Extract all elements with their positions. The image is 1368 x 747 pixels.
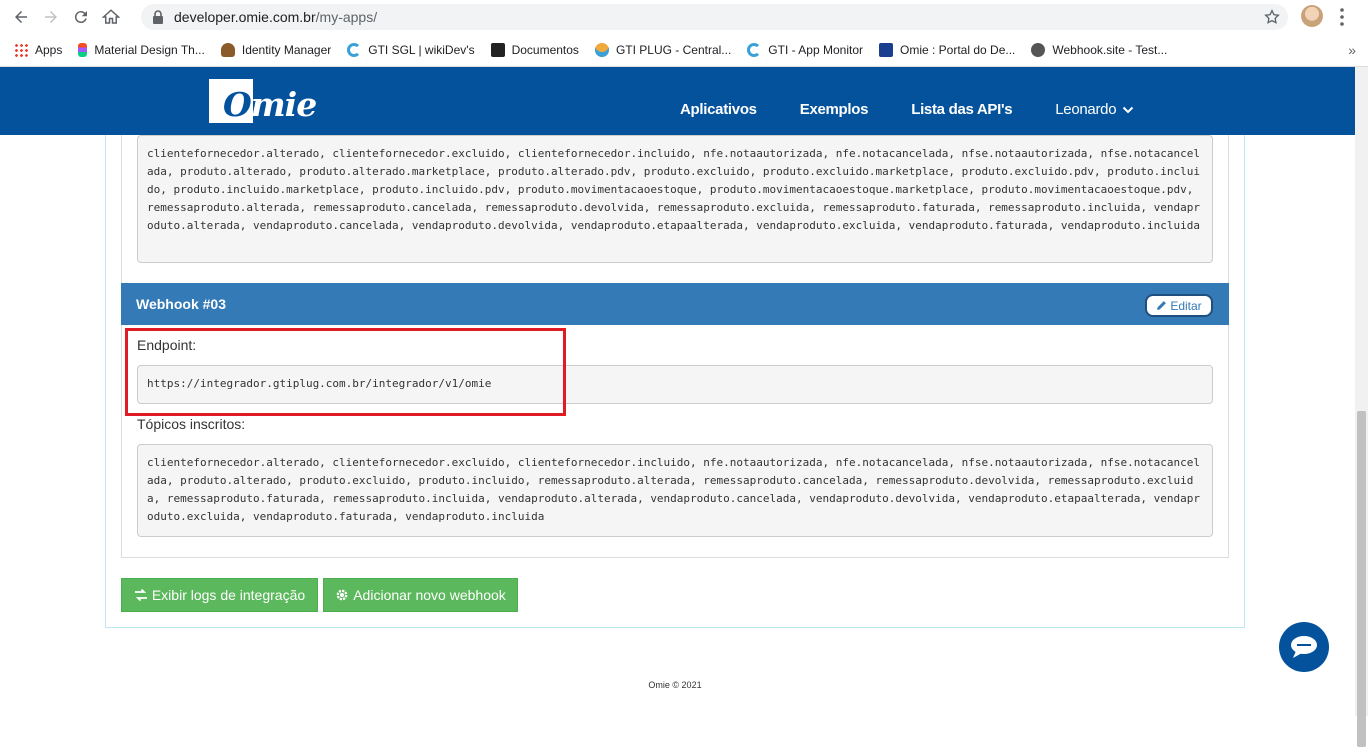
home-button[interactable] (96, 2, 126, 32)
chat-button[interactable] (1279, 622, 1329, 672)
bookmark-label: Omie : Portal do De... (900, 42, 1016, 57)
url-host: developer.omie.com.br (174, 9, 316, 25)
bookmark-label: Documentos (511, 42, 579, 57)
omie-logo[interactable]: Omie (209, 79, 317, 124)
logs-label: Exibir logs de integração (151, 587, 306, 603)
lock-icon (153, 10, 163, 24)
exchange-icon (134, 588, 147, 602)
bookmark-identity-manager[interactable]: Identity Manager (213, 37, 339, 63)
scrollbar-thumb[interactable] (1357, 411, 1366, 747)
browser-toolbar: developer.omie.com.br/my-apps/ (0, 0, 1368, 33)
figma-icon (78, 42, 88, 57)
url-text: developer.omie.com.br/my-apps/ (174, 9, 377, 25)
forward-button[interactable] (36, 2, 66, 32)
bookmark-label: GTI PLUG - Central... (615, 42, 732, 57)
omie-icon (879, 42, 893, 57)
page-scrollbar[interactable] (1355, 67, 1368, 747)
edit-webhook-button[interactable]: Editar (1145, 294, 1213, 317)
gti-plug-icon (594, 42, 609, 57)
bookmark-documentos[interactable]: Documentos (483, 37, 587, 63)
add-webhook-button[interactable]: Adicionar novo webhook (323, 578, 518, 612)
bookmark-label: GTI SGL | wikiDev's (368, 42, 475, 57)
nav-lista-apis[interactable]: Lista das API's (911, 101, 1012, 118)
user-menu[interactable]: Leonardo (1055, 101, 1134, 118)
user-name: Leonardo (1055, 101, 1117, 118)
more-vertical-icon[interactable] (1340, 8, 1344, 26)
home-icon (102, 8, 120, 24)
add-label: Adicionar novo webhook (353, 587, 506, 603)
nav-exemplos[interactable]: Exemplos (800, 101, 869, 118)
main-nav: Aplicativos Exemplos Lista das API's Leo… (680, 101, 1134, 118)
address-bar[interactable]: developer.omie.com.br/my-apps/ (141, 4, 1288, 30)
webhook-icon (1031, 42, 1046, 57)
bookmark-label: Material Design Th... (94, 42, 205, 57)
footer-copyright: Omie © 2021 (648, 680, 702, 690)
nav-aplicativos[interactable]: Aplicativos (680, 101, 757, 118)
bookmark-label: Apps (35, 42, 63, 57)
topics-label: Tópicos inscritos: (137, 416, 246, 432)
reload-button[interactable] (66, 2, 96, 32)
gti-icon (347, 42, 362, 57)
webhook-title: Webhook #03 (136, 296, 226, 312)
url-path: /my-apps/ (315, 9, 378, 25)
bookmark-label: GTI - App Monitor (768, 42, 863, 57)
profile-avatar[interactable] (1301, 5, 1323, 27)
arrow-left-icon (15, 10, 27, 23)
arrow-right-icon (45, 10, 57, 23)
bookmark-star-icon[interactable] (1264, 9, 1280, 25)
webhook-topics: clientefornecedor.alterado, clienteforne… (137, 444, 1213, 537)
back-button[interactable] (6, 2, 36, 32)
docs-icon (490, 42, 505, 57)
webhook-header: Webhook #03 Editar (121, 283, 1229, 325)
bookmark-gti-app-monitor[interactable]: GTI - App Monitor (739, 37, 871, 63)
bookmark-material-design[interactable]: Material Design Th... (70, 37, 213, 63)
bookmark-gti-sgl[interactable]: GTI SGL | wikiDev's (339, 37, 482, 63)
logo-text: mie (250, 85, 317, 124)
pencil-icon (1157, 301, 1167, 310)
bookmark-label: Identity Manager (241, 42, 332, 57)
chevron-down-icon (1123, 106, 1134, 113)
edit-label: Editar (1170, 298, 1202, 313)
site-header: Omie Aplicativos Exemplos Lista das API'… (0, 67, 1355, 135)
bookmarks-bar: Apps Material Design Th... Identity Mana… (0, 33, 1368, 67)
bookmark-webhook-site[interactable]: Webhook.site - Test... (1023, 37, 1175, 63)
logo-letter: O (223, 85, 252, 124)
bookmark-apps[interactable]: Apps (0, 37, 70, 63)
reload-icon (74, 10, 87, 23)
endpoint-highlight-box (125, 328, 566, 416)
chat-bubble-icon (1291, 636, 1317, 658)
bookmarks-overflow-icon[interactable]: » (1348, 42, 1356, 58)
previous-webhook-topics: clientefornecedor.alterado, clienteforne… (137, 135, 1213, 263)
view-integration-logs-button[interactable]: Exibir logs de integração (121, 578, 318, 612)
gear-icon (336, 589, 348, 601)
gti-icon (747, 42, 762, 57)
bookmark-label: Webhook.site - Test... (1052, 42, 1168, 57)
identity-icon (220, 42, 235, 57)
bookmark-gti-plug[interactable]: GTI PLUG - Central... (587, 37, 739, 63)
bookmark-omie-portal[interactable]: Omie : Portal do De... (871, 37, 1023, 63)
apps-grid-icon (14, 42, 28, 57)
